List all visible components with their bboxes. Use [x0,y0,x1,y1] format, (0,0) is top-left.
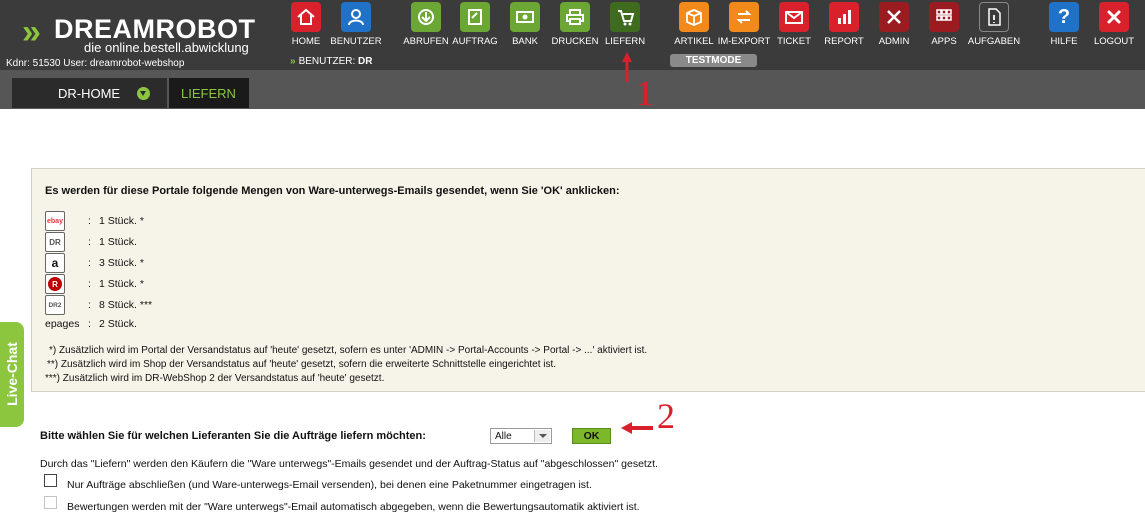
portal-quantity: 8 Stück. *** [99,299,153,311]
portal-quantity: 3 Stück. * [99,257,144,269]
nav-label: BENUTZER [330,36,382,47]
rakuten-icon: R [45,274,65,294]
supplier-select-value: Alle [495,431,512,442]
supplier-select[interactable]: Alle [490,428,552,444]
portal-quantity: 1 Stück. * [99,278,144,290]
annotation-arrow-left-icon [621,422,653,434]
app-root: » DREAMROBOT die online.bestell.abwicklu… [0,0,1145,526]
dreamrobot-logo[interactable]: » DREAMROBOT die online.bestell.abwicklu… [8,8,278,60]
paketnummer-checkbox[interactable] [44,474,57,487]
logo-chevron-icon: » [22,13,41,51]
user-icon [341,2,371,32]
nav-aufgaben-button[interactable]: AUFGABEN [966,2,1022,50]
tab-bar: DR-HOME LIEFERN [0,70,1145,109]
testmode-badge: TESTMODE [670,54,757,67]
money-icon [510,2,540,32]
ebay-icon: ebay [45,211,65,231]
tab-liefern[interactable]: LIEFERN [169,78,249,108]
checkbox-label: Nur Aufträge abschließen (und Ware-unter… [67,479,592,491]
amazon-icon: a [45,253,65,273]
nav-label: AUFGABEN [967,36,1021,47]
ok-button[interactable]: OK [572,428,611,444]
grid-icon [929,2,959,32]
tab-dr-home-label: DR-HOME [58,86,121,101]
box-icon [679,2,709,32]
cart-icon [610,2,640,32]
live-chat-tab[interactable]: Live-Chat [0,322,24,427]
portal-name: epages [45,318,80,330]
nav-liefern-button[interactable]: LIEFERN [597,2,653,50]
home-icon [291,2,321,32]
dr-icon: DR [45,232,65,252]
nav-benutzer-button[interactable]: BENUTZER [328,2,384,50]
logout-icon [1099,2,1129,32]
bewertungen-checkbox[interactable] [44,496,57,509]
task-icon [979,2,1009,32]
live-chat-label: Live-Chat [4,342,20,406]
chevron-icon: » [290,56,296,67]
portal-quantity: 1 Stück. [99,236,137,248]
tab-liefern-label: LIEFERN [181,86,236,101]
order-icon [460,2,490,32]
benutzer-label: BENUTZER: [298,56,356,67]
annotation-arrow-up-icon [622,52,632,82]
chevron-down-icon[interactable] [137,87,150,100]
top-navigation-bar: » DREAMROBOT die online.bestell.abwicklu… [0,0,1145,70]
annotation-number-2: 2 [657,396,675,436]
portal-quantity: 2 Stück. [99,318,137,330]
envelope-icon [779,2,809,32]
nav-logout-button[interactable]: LOGOUT [1086,2,1142,50]
footnote: **) Zusätzlich wird im Shop der Versands… [47,359,557,370]
nav-label: LOGOUT [1093,36,1135,47]
printer-icon [560,2,590,32]
nav-label: LIEFERN [604,36,646,47]
tools-icon [879,2,909,32]
liefern-info: Durch das "Liefern" werden den Käufern d… [40,458,658,470]
summary-intro: Es werden für diese Portale folgende Men… [45,185,620,197]
help-icon: ? [1049,2,1079,32]
dr2-webshop-icon: DR2 [45,295,65,315]
checkbox-label: Bewertungen werden mit der "Ware unterwe… [67,501,640,513]
benutzer-value: DR [358,56,373,67]
swap-icon [729,2,759,32]
tab-dr-home[interactable]: DR-HOME [12,78,167,108]
customer-number: Kdnr: 51530 User: dreamrobot-webshop [6,58,185,69]
current-user: » BENUTZER: DR [290,56,372,68]
logo-slogan: die online.bestell.abwicklung [84,40,249,55]
download-icon [411,2,441,32]
footnote: ***) Zusätzlich wird im DR-WebShop 2 der… [45,373,385,384]
delivery-summary-panel: Es werden für diese Portale folgende Men… [31,168,1145,392]
footnote: *) Zusätzlich wird im Portal der Versand… [49,345,648,356]
annotation-number-1: 1 [636,73,654,113]
chevron-down-icon [534,430,550,442]
portal-quantity: 1 Stück. * [99,215,144,227]
bar-chart-icon [829,2,859,32]
supplier-question: Bitte wählen Sie für welchen Lieferanten… [40,430,426,442]
